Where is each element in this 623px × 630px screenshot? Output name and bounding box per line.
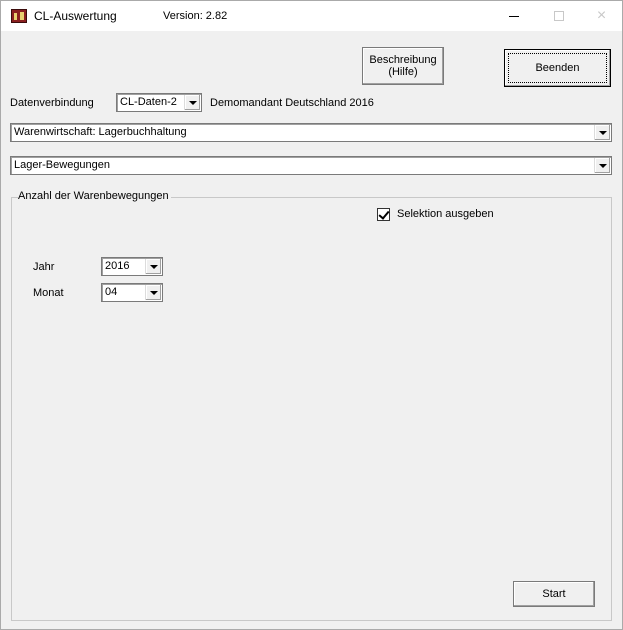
connection-select-value: CL-Daten-2 (120, 96, 177, 108)
year-select-value: 2016 (105, 260, 130, 272)
window-title: CL-Auswertung (34, 9, 117, 23)
report-select[interactable]: Lager-Bewegungen (10, 156, 612, 175)
help-button[interactable]: Beschreibung (Hilfe) (362, 47, 444, 85)
app-icon[interactable] (11, 9, 27, 23)
module-select[interactable]: Warenwirtschaft: Lagerbuchhaltung (10, 123, 612, 142)
chevron-down-icon[interactable] (594, 158, 610, 173)
maximize-button[interactable] (536, 1, 581, 31)
chevron-down-icon[interactable] (184, 95, 200, 110)
close-icon: × (596, 7, 607, 24)
year-select[interactable]: 2016 (101, 257, 163, 276)
group-title: Anzahl der Warenbewegungen (18, 190, 171, 202)
chevron-down-icon[interactable] (145, 259, 161, 274)
maximize-icon (553, 11, 564, 21)
selection-output-checkbox[interactable] (377, 208, 390, 221)
close-button[interactable]: × (579, 1, 623, 31)
help-button-line2: (Hilfe) (388, 66, 418, 78)
help-button-line1: Beschreibung (369, 54, 437, 66)
start-button[interactable]: Start (513, 581, 595, 607)
report-select-value: Lager-Bewegungen (14, 159, 111, 171)
selection-output-label[interactable]: Selektion ausgeben (397, 208, 494, 220)
month-select-value: 04 (105, 286, 118, 298)
minimize-icon (508, 15, 519, 17)
connection-label: Datenverbindung (10, 97, 94, 109)
quit-button[interactable]: Beenden (504, 49, 611, 87)
focus-rectangle (508, 53, 607, 83)
year-label: Jahr (33, 261, 55, 273)
chevron-down-icon[interactable] (594, 125, 610, 140)
chevron-down-icon[interactable] (145, 285, 161, 300)
client-name: Demomandant Deutschland 2016 (210, 97, 374, 109)
month-label: Monat (33, 287, 64, 299)
title-bar[interactable]: CL-Auswertung Version: 2.82 × (1, 1, 622, 31)
minimize-button[interactable] (491, 1, 536, 31)
app-window: CL-Auswertung Version: 2.82 × Beschreibu… (0, 0, 623, 630)
module-select-value: Warenwirtschaft: Lagerbuchhaltung (14, 126, 187, 138)
start-button-label: Start (542, 588, 566, 600)
connection-select[interactable]: CL-Daten-2 (116, 93, 202, 112)
month-select[interactable]: 04 (101, 283, 163, 302)
version-label: Version: 2.82 (163, 10, 228, 22)
